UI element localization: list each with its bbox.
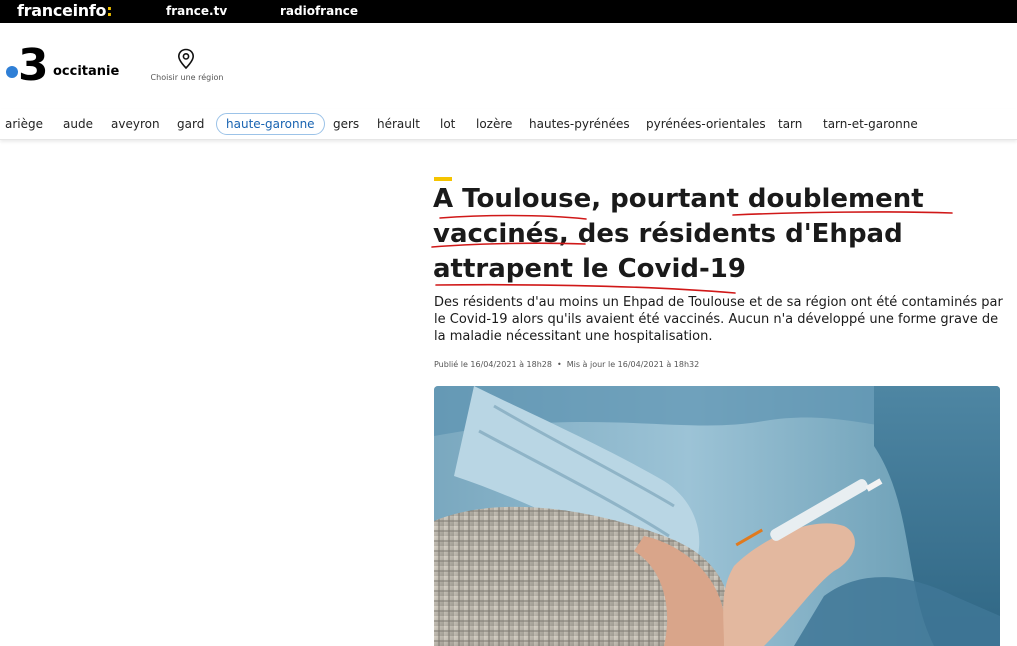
dept-lot[interactable]: lot bbox=[440, 114, 455, 134]
choose-region-button[interactable]: Choisir une région bbox=[145, 48, 229, 88]
dept-gers[interactable]: gers bbox=[333, 114, 359, 134]
article-hero-image[interactable] bbox=[434, 386, 1000, 646]
franceinfo-brand: franceinfo bbox=[17, 1, 107, 20]
region-name: occitanie bbox=[53, 64, 120, 79]
dept-aude[interactable]: aude bbox=[63, 114, 93, 134]
dept-haute-garonne[interactable]: haute-garonne bbox=[216, 113, 325, 135]
article-headline: A Toulouse, pourtant doublement vaccinés… bbox=[433, 182, 993, 287]
radiofrance-link[interactable]: radiofrance bbox=[280, 4, 358, 18]
dept-ariege[interactable]: ariège bbox=[5, 114, 43, 134]
article-lede: Des résidents d'au moins un Ehpad de Tou… bbox=[434, 295, 1003, 344]
meta-separator: • bbox=[556, 360, 562, 369]
dept-pyrenees-orientales[interactable]: pyrénées-orientales bbox=[646, 114, 766, 134]
headline-line-2: vaccinés, des résidents d'Ehpad bbox=[433, 219, 903, 249]
updated-date: Mis à jour le 16/04/2021 à 18h32 bbox=[566, 360, 700, 369]
map-pin-icon bbox=[177, 48, 195, 70]
article-dates: Publié le 16/04/2021 à 18h28 • Mis à jour … bbox=[434, 360, 699, 369]
dept-aveyron[interactable]: aveyron bbox=[111, 114, 160, 134]
headline-line-3: attrapent le Covid-19 bbox=[433, 254, 746, 284]
dept-tarn-et-garonne[interactable]: tarn-et-garonne bbox=[823, 114, 918, 134]
dept-tarn[interactable]: tarn bbox=[778, 114, 802, 134]
dept-hautes-pyrenees[interactable]: hautes-pyrénées bbox=[529, 114, 630, 134]
headline-accent-bar bbox=[434, 177, 452, 181]
logo-number: 3 bbox=[18, 40, 49, 91]
franceinfo-colon: : bbox=[106, 1, 113, 20]
dept-herault[interactable]: hérault bbox=[377, 114, 420, 134]
logo-dot bbox=[6, 66, 18, 78]
franceinfo-logo-link[interactable]: franceinfo: bbox=[17, 1, 113, 20]
france-tv-link[interactable]: france.tv bbox=[166, 4, 227, 18]
dept-lozere[interactable]: lozère bbox=[476, 114, 512, 134]
top-bar: franceinfo: france.tv radiofrance bbox=[0, 0, 1017, 23]
published-date: Publié le 16/04/2021 à 18h28 bbox=[434, 360, 552, 369]
dept-gard[interactable]: gard bbox=[177, 114, 204, 134]
vaccination-photo bbox=[434, 386, 1000, 646]
headline-line-1: A Toulouse, pourtant doublement bbox=[433, 184, 924, 214]
department-nav: ariège aude aveyron gard haute-garonne g… bbox=[0, 109, 1017, 140]
choose-region-label: Choisir une région bbox=[150, 73, 224, 82]
